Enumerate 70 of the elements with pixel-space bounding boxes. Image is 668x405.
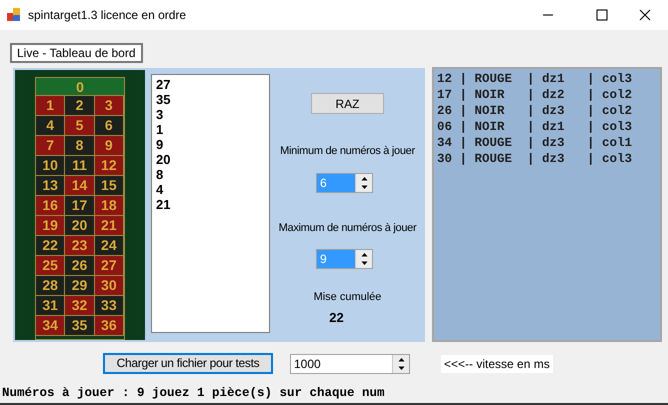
roulette-cell: 12	[94, 156, 124, 176]
tab[interactable]: Live - Tableau de bord	[10, 43, 143, 63]
list-item[interactable]: 35	[156, 92, 170, 107]
list-item[interactable]: 8	[156, 167, 164, 182]
window-title: spintarget1.3 licence en ordre	[28, 7, 186, 24]
roulette-cell: 31	[36, 296, 66, 316]
list-item[interactable]: 27	[156, 77, 170, 92]
roulette-cell: 15	[94, 176, 124, 196]
list-item[interactable]: 4	[156, 182, 164, 197]
spinner-value: 1000	[293, 356, 322, 372]
minimum-label: Minimum de numéros à jouer	[280, 144, 415, 159]
roulette-cell: 22	[36, 236, 66, 256]
list-item[interactable]: 9	[156, 137, 164, 152]
roulette-cell: 8	[65, 136, 95, 156]
roulette-cell: 14	[65, 176, 95, 196]
roulette-cell: 27	[94, 256, 124, 276]
roulette-cell: 18	[94, 196, 124, 216]
roulette-cell: 20	[65, 216, 95, 236]
roulette-cell: 13	[36, 176, 66, 196]
mise-label: Mise cumulée	[314, 290, 382, 305]
status-text: Numéros à jouer : 9 jouez 1 pièce(s) sur chaque num	[2, 385, 386, 401]
result-row: 34 | ROUGE | dz3 | col1	[437, 135, 632, 151]
roulette-cell: 35	[65, 316, 95, 336]
speed-label: <<<-- vitesse en ms	[441, 354, 553, 372]
roulette-cell: 3	[94, 96, 124, 116]
spinner-value: 9	[319, 251, 328, 268]
roulette-cell: 0	[36, 78, 124, 96]
roulette-cell: 33	[94, 296, 124, 316]
roulette-cell: 36	[94, 316, 124, 336]
roulette-cell: 7	[36, 136, 66, 156]
roulette-cell: 25	[36, 256, 66, 276]
load-file-button[interactable]: Charger un fichier pour tests	[103, 353, 273, 374]
roulette-cell: 2	[65, 96, 95, 116]
roulette-cell: 5	[65, 116, 95, 136]
roulette-cell: 11	[65, 156, 95, 176]
roulette-cell: 30	[94, 276, 124, 296]
roulette-cell: 34	[36, 316, 66, 336]
list-item[interactable]: 3	[156, 107, 164, 122]
spin-list[interactable]: 27 35 3 1 9 20 8 4 21	[151, 74, 270, 333]
result-row: 12 | ROUGE | dz1 | col3	[437, 71, 632, 87]
roulette-cell: 4	[36, 116, 66, 136]
roulette-cell: 26	[65, 256, 95, 276]
roulette-cell: 6	[94, 116, 124, 136]
roulette-cell: 32	[65, 296, 95, 316]
raz-button[interactable]: RAZ	[311, 93, 384, 114]
maximize-icon[interactable]	[596, 9, 608, 21]
roulette-cell: 19	[36, 216, 66, 236]
app-icon	[7, 8, 21, 22]
roulette-cell: 28	[36, 276, 66, 296]
close-icon[interactable]	[639, 9, 651, 21]
list-item[interactable]: 1	[156, 122, 164, 137]
mise-value: 22	[329, 308, 344, 326]
roulette-cell: 24	[94, 236, 124, 256]
list-item[interactable]: 20	[156, 152, 170, 167]
result-row: 17 | NOIR | dz2 | col2	[437, 87, 632, 103]
roulette-cell: 17	[65, 196, 95, 216]
list-item[interactable]: 21	[156, 197, 170, 212]
roulette-cell: 9	[94, 136, 124, 156]
roulette-cell: 16	[36, 196, 66, 216]
roulette-cell: 21	[94, 216, 124, 236]
roulette-cell: 29	[65, 276, 95, 296]
roulette-cell: 1	[36, 96, 66, 116]
roulette-cell: 10	[36, 156, 66, 176]
result-row: 26 | NOIR | dz3 | col2	[437, 103, 632, 119]
maximum-label: Maximum de numéros à jouer	[278, 220, 416, 236]
spinner-value: 6	[319, 174, 328, 192]
result-row: 06 | NOIR | dz1 | col3	[437, 119, 632, 135]
roulette-cell: 23	[65, 236, 95, 256]
result-row: 30 | ROUGE | dz3 | col3	[437, 151, 632, 167]
number-spinner[interactable]: 1000	[290, 354, 410, 374]
